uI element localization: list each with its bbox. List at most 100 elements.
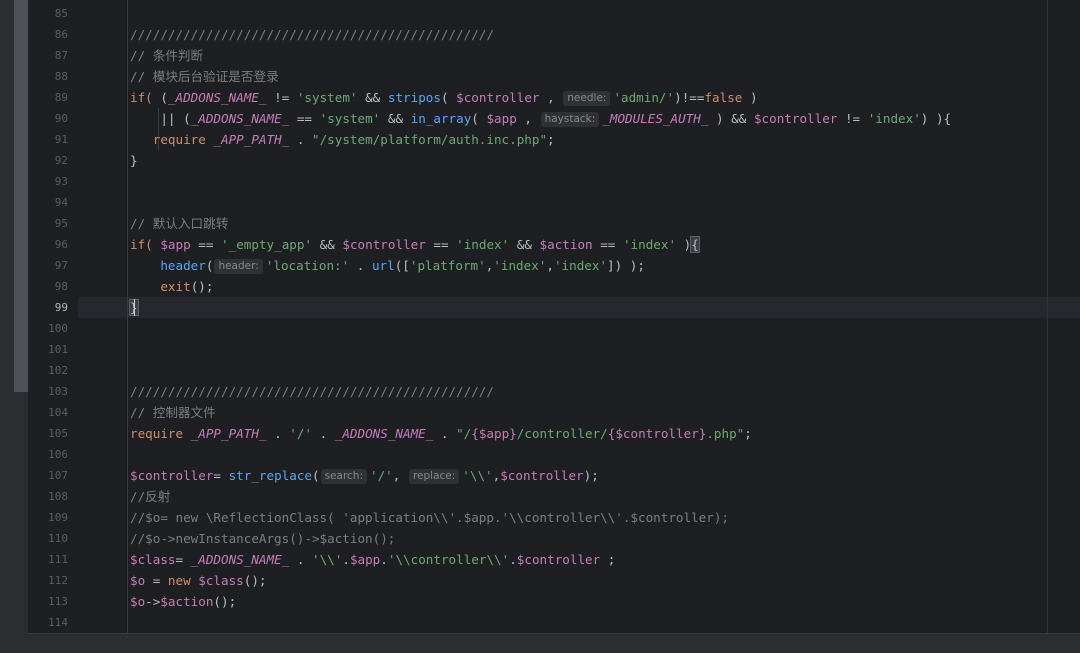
- operator: .: [433, 426, 457, 441]
- operator: .: [349, 258, 372, 273]
- bottom-panel-edge: [28, 633, 1080, 653]
- interpolated-variable: {$controller}: [607, 426, 707, 441]
- code-line-91[interactable]: require _APP_PATH_ . "/system/platform/a…: [130, 129, 555, 150]
- line-number: 111: [48, 553, 68, 566]
- code-line-87[interactable]: // 条件判断: [130, 45, 203, 66]
- code-line-89[interactable]: if( (_ADDONS_NAME_ != 'system' && stripo…: [130, 87, 758, 108]
- punctuation: ) &&: [708, 111, 754, 126]
- operator: =: [213, 468, 229, 483]
- punctuation: (: [471, 111, 487, 126]
- punctuation: ;: [744, 426, 752, 441]
- line-number: 112: [48, 574, 68, 587]
- punctuation: ([: [394, 258, 410, 273]
- line-number: 91: [54, 133, 68, 146]
- code-line-112[interactable]: $o = new $class();: [130, 570, 267, 591]
- keyword-exit: exit: [160, 279, 191, 294]
- code-line-104[interactable]: // 控制器文件: [130, 402, 216, 423]
- line-number-gutter[interactable]: 85 86 87 88 89 90 91 92 93 94 95 96 97 9…: [28, 0, 78, 653]
- string-literal: 'location:': [265, 258, 350, 273]
- code-line-103[interactable]: ////////////////////////////////////////…: [130, 381, 494, 402]
- string-literal: 'platform': [409, 258, 486, 273]
- operator: .: [509, 552, 517, 567]
- string-literal: '/': [370, 468, 393, 483]
- line-number: 102: [48, 364, 68, 377]
- punctuation: (: [440, 90, 457, 105]
- constant-modules-auth: _MODULES_AUTH_: [602, 111, 709, 126]
- variable: $app: [486, 111, 517, 126]
- line-number: 98: [54, 280, 68, 293]
- code-line-109[interactable]: //$o= new \ReflectionClass( 'application…: [130, 507, 729, 528]
- string-literal: .php": [706, 426, 745, 441]
- current-line-number: 99: [54, 301, 68, 314]
- keyword-require: require: [130, 426, 184, 441]
- line-number: 103: [48, 385, 68, 398]
- operator: &&: [357, 90, 388, 105]
- parameter-hint: header:: [214, 259, 263, 274]
- line-number: 94: [54, 196, 68, 209]
- line-number: 114: [48, 616, 68, 629]
- punctuation: ;: [600, 552, 616, 567]
- punctuation: ();: [190, 279, 214, 294]
- operator: =: [175, 552, 191, 567]
- code-line-111[interactable]: $class= _ADDONS_NAME_ . '\\'.$app.'\\con…: [130, 549, 615, 570]
- code-line-105[interactable]: require _APP_PATH_ . '/' . _ADDONS_NAME_…: [130, 423, 752, 444]
- operator: ==: [190, 237, 222, 252]
- string-literal: '/': [289, 426, 312, 441]
- string-literal: 'index': [867, 111, 921, 126]
- constant-addons-name: _ADDONS_NAME_: [190, 552, 290, 567]
- line-number: 105: [48, 427, 68, 440]
- line-number: 93: [54, 175, 68, 188]
- variable: $controller: [130, 468, 214, 483]
- punctuation: || (: [160, 111, 191, 126]
- constant-addons-name: _ADDONS_NAME_: [334, 426, 434, 441]
- code-line-90[interactable]: || (_ADDONS_NAME_ == 'system' && in_arra…: [130, 108, 951, 129]
- line-number: 108: [48, 490, 68, 503]
- string-literal: 'system': [319, 111, 381, 126]
- code-line-108[interactable]: //反射: [130, 486, 170, 507]
- code-editor[interactable]: 85 86 87 88 89 90 91 92 93 94 95 96 97 9…: [0, 0, 1080, 653]
- scrollbar-thumb[interactable]: [14, 0, 28, 392]
- code-line-86[interactable]: ////////////////////////////////////////…: [130, 24, 494, 45]
- punctuation: ): [676, 237, 692, 252]
- string-literal: '\\': [312, 552, 343, 567]
- operator: ==: [425, 237, 457, 252]
- code-line-97[interactable]: header(header:'location:' . url(['platfo…: [130, 255, 645, 276]
- string-literal: 'index': [456, 237, 510, 252]
- keyword-if: if(: [130, 90, 153, 105]
- function-call: in_array: [410, 111, 472, 126]
- operator: !=: [266, 90, 297, 105]
- operator: .: [342, 552, 350, 567]
- string-literal: /controller/: [516, 426, 608, 441]
- code-line-110[interactable]: //$o->newInstanceArgs()->$action();: [130, 528, 395, 549]
- punctuation: ;: [547, 132, 555, 147]
- code-line-88[interactable]: // 模块后台验证是否登录: [130, 66, 279, 87]
- code-line-113[interactable]: $o->$action();: [130, 591, 236, 612]
- punctuation: ,: [546, 258, 554, 273]
- punctuation: ) ){: [920, 111, 952, 126]
- punctuation: (: [205, 258, 214, 273]
- string-literal: '_empty_app': [221, 237, 313, 252]
- punctuation: ();: [243, 573, 267, 588]
- operator: .: [266, 426, 290, 441]
- code-line-96[interactable]: if( $app == '_empty_app' && $controller …: [130, 234, 700, 255]
- operator: &&: [312, 237, 343, 252]
- function-call: url: [371, 258, 395, 273]
- parameter-hint: replace:: [408, 469, 460, 484]
- parameter-hint: search:: [320, 469, 367, 484]
- code-line-107[interactable]: $controller= str_replace(search: '/', rep…: [130, 465, 599, 486]
- variable: $o: [130, 573, 146, 588]
- punctuation: (: [311, 468, 320, 483]
- line-number: 87: [54, 49, 68, 62]
- keyword-false: false: [704, 90, 743, 105]
- variable: $controller: [456, 90, 540, 105]
- variable: $action: [539, 237, 593, 252]
- line-number: 104: [48, 406, 68, 419]
- code-line-98[interactable]: exit();: [130, 276, 213, 297]
- line-number: 90: [54, 112, 68, 125]
- punctuation: );: [583, 468, 599, 483]
- code-line-95[interactable]: // 默认入口跳转: [130, 213, 228, 234]
- interpolated-variable: {$app}: [471, 426, 517, 441]
- operator: =: [145, 573, 168, 588]
- code-line-92[interactable]: }: [130, 150, 138, 171]
